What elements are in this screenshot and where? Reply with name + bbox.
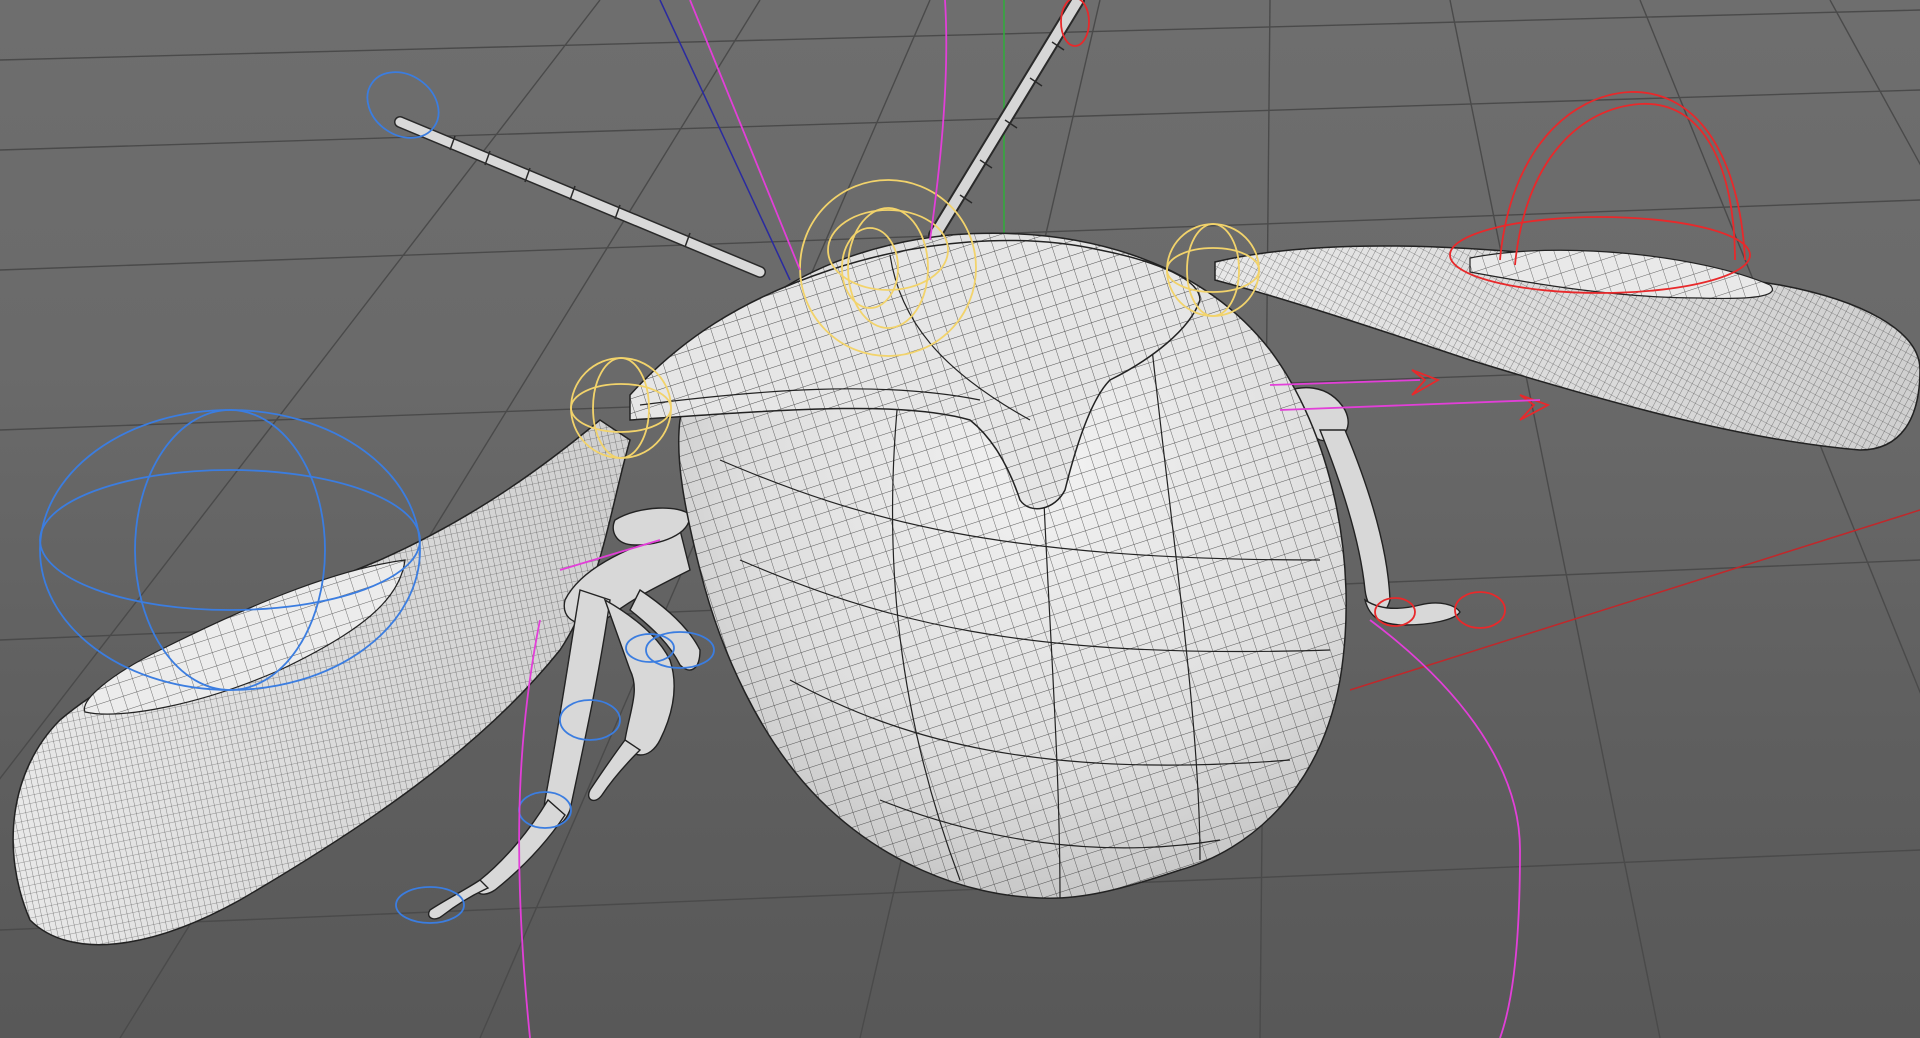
left-wing[interactable] (12, 419, 631, 946)
viewport-canvas[interactable] (0, 0, 1920, 1038)
3d-viewport[interactable] (0, 0, 1920, 1038)
